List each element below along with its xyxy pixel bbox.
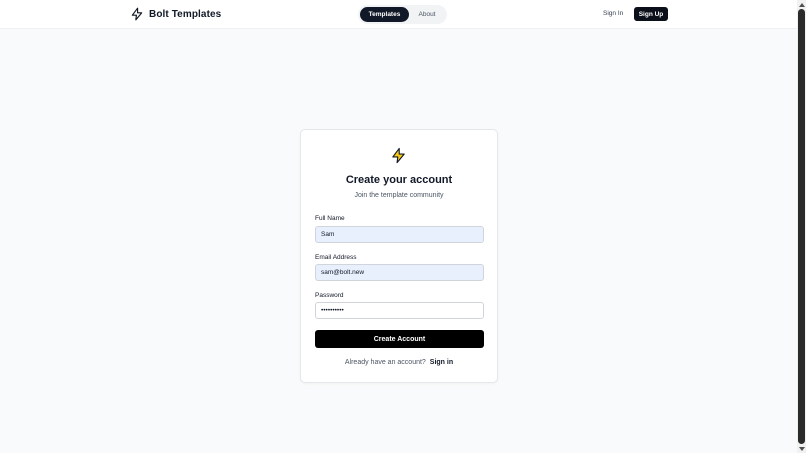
sign-in-link[interactable]: Sign In	[603, 10, 623, 17]
browser-viewport: Bolt Templates Templates About Sign In S…	[0, 0, 806, 453]
brand[interactable]: Bolt Templates	[130, 6, 221, 22]
signin-footer-link[interactable]: Sign in	[430, 359, 453, 366]
scroll-down-arrow[interactable]	[797, 444, 806, 453]
nav-toggle: Templates About	[358, 5, 447, 24]
email-input[interactable]	[315, 264, 484, 281]
card-title: Create your account	[345, 174, 453, 186]
nav-about-button[interactable]: About	[409, 7, 445, 22]
nav-templates-button[interactable]: Templates	[360, 7, 409, 22]
sign-up-button[interactable]: Sign Up	[634, 7, 668, 21]
full-name-input[interactable]	[315, 226, 484, 243]
bolt-icon	[392, 147, 405, 164]
bolt-logo-icon	[131, 7, 143, 21]
scroll-thumb[interactable]	[798, 9, 805, 444]
signin-prompt-text: Already have an account?	[344, 359, 426, 366]
signin-prompt: Already have an account? Sign in	[301, 359, 497, 366]
full-name-label: Full Name	[315, 215, 345, 222]
card-subtitle: Join the template community	[354, 192, 444, 199]
brand-name: Bolt Templates	[149, 8, 222, 20]
page: Bolt Templates Templates About Sign In S…	[0, 0, 797, 453]
signup-card: Create your account Join the template co…	[300, 129, 498, 383]
vertical-scrollbar[interactable]	[797, 0, 806, 453]
arrow-down-icon	[798, 446, 805, 451]
top-navbar: Bolt Templates Templates About Sign In S…	[0, 0, 797, 29]
email-label: Email Address	[315, 254, 357, 261]
password-label: Password	[315, 292, 344, 299]
scroll-up-arrow[interactable]	[797, 0, 806, 9]
arrow-up-icon	[798, 2, 805, 7]
create-account-button[interactable]: Create Account	[315, 330, 484, 348]
password-input[interactable]	[315, 302, 484, 319]
